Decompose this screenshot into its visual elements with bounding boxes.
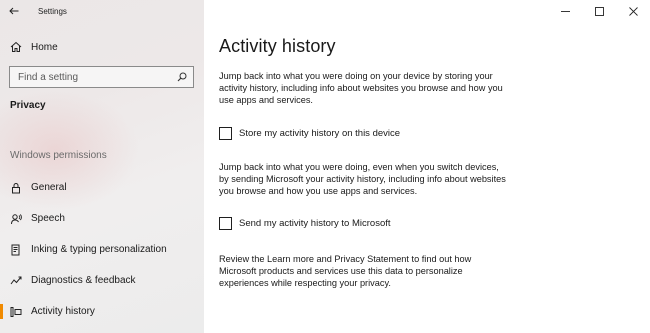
send-activity-checkbox[interactable] [219,217,232,230]
sidebar-item-label: Speech [31,213,65,224]
sidebar-item-general[interactable]: General [0,172,204,203]
home-label: Home [31,41,58,53]
app-title: Settings [38,6,67,16]
sidebar-item-label: Diagnostics & feedback [31,275,136,286]
sidebar-item-activity-history[interactable]: Activity history [0,296,204,327]
store-activity-checkbox[interactable] [219,127,232,140]
search-box[interactable] [9,66,194,88]
sidebar-item-label: Activity history [31,306,95,317]
sidebar: Settings Home Privacy Windows permission… [0,0,204,333]
page-title: Activity history [219,36,336,56]
group-header: Windows permissions [10,150,107,161]
speech-icon [1,213,31,225]
title-bar: Settings [0,0,204,22]
privacy-review-text: Review the Learn more and Privacy Statem… [219,254,472,289]
section-title: Privacy [10,100,46,111]
nav-list: General Speech Inking & typing personali… [0,172,204,327]
sidebar-item-diagnostics[interactable]: Diagnostics & feedback [0,265,204,296]
settings-window: Settings Home Privacy Windows permission… [0,0,650,333]
main-content: Activity history Jump back into what you… [204,0,650,333]
search-input[interactable] [18,71,168,83]
description-local: Jump back into what you were doing on yo… [219,71,503,106]
maximize-icon [594,6,604,16]
description-sync: Jump back into what you were doing, even… [219,162,506,197]
caption-buttons [548,0,650,22]
sidebar-item-speech[interactable]: Speech [0,203,204,234]
store-activity-label[interactable]: Store my activity history on this device [239,128,400,139]
sidebar-item-inking-typing[interactable]: Inking & typing personalization [0,234,204,265]
sidebar-item-label: General [31,182,67,193]
diagnostics-icon [1,275,31,287]
back-button[interactable] [0,0,28,22]
home-icon [1,41,31,53]
send-activity-label[interactable]: Send my activity history to Microsoft [239,218,391,229]
search-icon[interactable] [177,72,187,82]
close-icon [628,6,638,16]
send-activity-checkbox-row[interactable]: Send my activity history to Microsoft [219,217,391,230]
maximize-button[interactable] [582,0,616,22]
sidebar-item-label: Inking & typing personalization [31,244,167,255]
lock-icon [1,182,31,194]
close-button[interactable] [616,0,650,22]
sidebar-item-home[interactable]: Home [0,36,204,58]
store-activity-checkbox-row[interactable]: Store my activity history on this device [219,127,400,140]
minimize-button[interactable] [548,0,582,22]
activity-history-icon [1,306,31,318]
inking-icon [1,244,31,256]
back-arrow-icon [9,7,19,15]
minimize-icon [560,10,570,12]
